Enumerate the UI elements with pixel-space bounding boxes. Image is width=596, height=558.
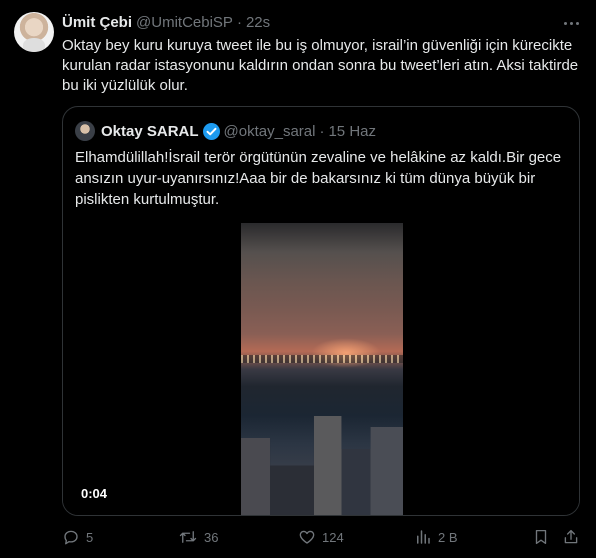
repost-button[interactable]: 36 [178, 527, 218, 547]
bookmark-button[interactable] [532, 527, 550, 547]
reply-button[interactable]: 5 [62, 527, 93, 547]
share-icon [564, 529, 578, 544]
reply-count: 5 [86, 529, 94, 545]
author-name[interactable]: Ümit Çebi [62, 14, 132, 31]
tweet[interactable]: Ümit Çebi @UmitCebiSP · 22s Oktay bey ku… [0, 0, 596, 558]
quoted-tweet-header: Oktay SARAL @oktay_saral · 15 Haz [75, 121, 376, 141]
quoted-author-name[interactable]: Oktay SARAL [101, 123, 199, 140]
share-button[interactable] [562, 527, 580, 547]
tweet-time[interactable]: 22s [246, 14, 270, 31]
views-button[interactable]: 2 B [414, 527, 458, 547]
separator-dot: · [236, 13, 242, 31]
like-button[interactable]: 124 [298, 527, 344, 547]
repost-count: 36 [204, 529, 219, 545]
city-lights [241, 355, 403, 363]
quoted-tweet-date[interactable]: 15 Haz [328, 123, 376, 140]
quoted-author-handle[interactable]: @oktay_saral [224, 123, 316, 140]
more-icon[interactable] [560, 14, 582, 32]
video-thumbnail[interactable] [241, 223, 403, 515]
separator-dot: · [319, 122, 325, 140]
video-player[interactable]: 0:04 [63, 223, 579, 515]
author-handle[interactable]: @UmitCebiSP [136, 14, 233, 31]
action-bar: 5 36 124 2 B [62, 527, 582, 547]
heart-icon [299, 530, 315, 544]
like-count: 124 [322, 529, 344, 545]
reply-icon [64, 530, 78, 545]
view-count: 2 B [438, 529, 458, 545]
bookmark-icon [535, 529, 547, 545]
views-icon [417, 530, 430, 544]
tweet-text: Oktay bey kuru kuruya tweet ile bu iş ol… [62, 37, 579, 94]
tweet-header: Ümit Çebi @UmitCebiSP · 22s [62, 12, 270, 32]
quoted-author-avatar[interactable] [75, 121, 95, 141]
quoted-tweet-text: Elhamdülillah!İsrail terör örgütünün zev… [75, 149, 562, 208]
buildings-silhouette [241, 416, 403, 515]
repost-icon [179, 531, 197, 543]
verified-badge-icon [202, 122, 220, 140]
fire-glow [311, 338, 381, 368]
quoted-tweet[interactable]: Oktay SARAL @oktay_saral · 15 Haz Elhamd… [62, 106, 580, 516]
author-avatar[interactable] [14, 12, 54, 52]
video-duration: 0:04 [75, 484, 114, 503]
